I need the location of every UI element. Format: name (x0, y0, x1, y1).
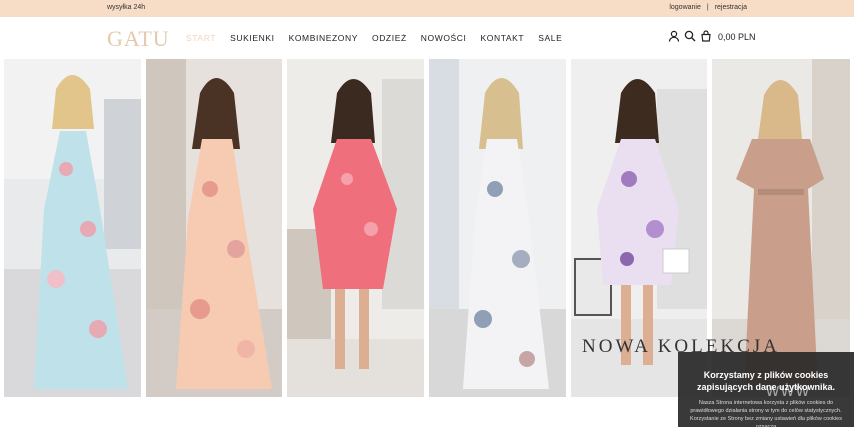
nav-sale[interactable]: SALE (538, 33, 562, 43)
product-photo-3[interactable] (287, 59, 424, 397)
login-link[interactable]: logowanie (669, 4, 701, 11)
register-link[interactable]: rejestracja (715, 4, 747, 11)
main-nav: START SUKIENKI KOMBINEZONY ODZIEŻ NOWOŚC… (186, 33, 562, 43)
nav-sukienki[interactable]: SUKIENKI (230, 33, 274, 43)
product-photo-4[interactable] (429, 59, 566, 397)
product-photo-1[interactable] (4, 59, 141, 397)
bag-icon[interactable] (700, 30, 712, 44)
top-bar: wysyłka 24h logowanie | rejestracja (0, 0, 854, 17)
cart-total[interactable]: 0,00 PLN (718, 32, 756, 42)
user-icon[interactable] (668, 30, 680, 44)
logo[interactable]: GATU (107, 26, 170, 52)
cookie-notice: Korzystamy z plików cookies zapisujących… (678, 352, 854, 427)
site-header: GATU START SUKIENKI KOMBINEZONY ODZIEŻ N… (0, 17, 854, 58)
search-icon[interactable] (684, 30, 696, 44)
nav-nowosci[interactable]: NOWOŚCI (421, 33, 467, 43)
nav-odziez[interactable]: ODZIEŻ (372, 33, 407, 43)
header-icons: 0,00 PLN (668, 30, 756, 44)
cookie-watermark: www (766, 380, 811, 400)
product-photo-2[interactable] (146, 59, 282, 397)
account-links: logowanie | rejestracja (669, 4, 747, 11)
separator: | (706, 4, 709, 11)
nav-start[interactable]: START (186, 33, 216, 43)
nav-kombinezony[interactable]: KOMBINEZONY (289, 33, 358, 43)
nav-kontakt[interactable]: KONTAKT (481, 33, 525, 43)
shipping-info: wysyłka 24h (107, 4, 146, 11)
